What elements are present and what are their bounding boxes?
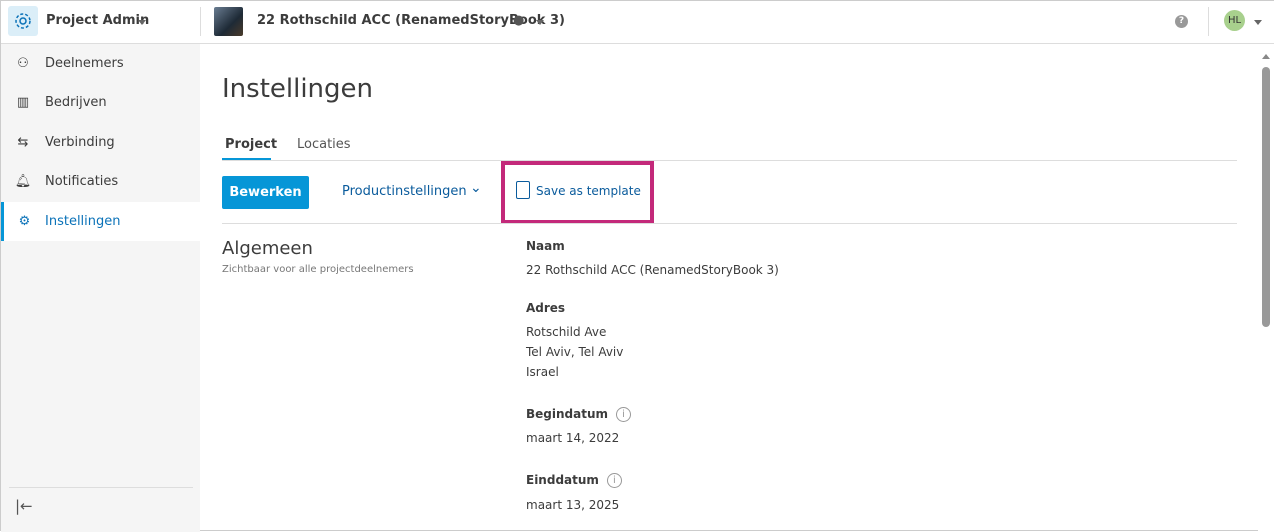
tab-project[interactable]: Project [225, 137, 277, 152]
sidebar-item-label: Deelnemers [45, 56, 124, 71]
address-line: Tel Aviv, Tel Aviv [526, 345, 624, 359]
end-date-label-row: Einddatum i [526, 473, 622, 488]
app-title[interactable]: Project Admin [46, 13, 149, 28]
chevron-down-icon[interactable]: ⌄ [470, 180, 482, 196]
bell-icon: 🔔︎ [14, 174, 32, 189]
address-line: Rotschild Ave [526, 325, 607, 339]
people-icon: ⚇ [17, 56, 29, 71]
main-content: Instellingen Project Locaties Bewerken P… [200, 44, 1258, 532]
chevron-down-icon[interactable] [536, 20, 544, 25]
building-icon: ▥ [16, 95, 30, 110]
address-label: Adres [526, 301, 566, 315]
file-add-icon [516, 181, 530, 199]
start-date-label-row: Begindatum i [526, 407, 632, 422]
gear-icon[interactable] [8, 6, 38, 36]
sidebar-item-label: Notificaties [45, 174, 119, 189]
sidebar-item-instellingen[interactable]: ⚙ Instellingen [1, 202, 200, 241]
chevron-down-icon[interactable] [138, 20, 146, 25]
chevron-down-icon[interactable] [1254, 20, 1262, 25]
sidebar-item-label: Bedrijven [45, 95, 107, 110]
project-thumbnail [214, 7, 243, 36]
end-date-label: Einddatum [526, 473, 599, 487]
start-date-label: Begindatum [526, 407, 609, 421]
end-date-value: maart 13, 2025 [526, 498, 620, 512]
info-icon[interactable]: i [606, 473, 622, 488]
top-bar: Project Admin 22 Rothschild ACC (Renamed… [1, 1, 1274, 44]
edit-button[interactable]: Bewerken [222, 176, 309, 209]
section-title: Algemeen [222, 238, 313, 259]
tab-locaties[interactable]: Locaties [297, 137, 351, 152]
page-title: Instellingen [222, 74, 374, 104]
sidebar-item-notificaties[interactable]: 🔔︎ Notificaties [1, 162, 200, 201]
sidebar-item-deelnemers[interactable]: ⚇ Deelnemers [1, 44, 200, 83]
collapse-sidebar-icon[interactable]: |← [15, 497, 33, 515]
product-settings-dropdown[interactable]: Productinstellingen [342, 184, 467, 199]
name-label: Naam [526, 239, 565, 253]
sidebar: ⚇ Deelnemers ▥ Bedrijven ⇆ Verbinding 🔔︎ Not… [1, 44, 200, 532]
arrows-icon: ⇆ [17, 135, 29, 150]
sidebar-item-label: Instellingen [45, 214, 121, 229]
info-icon[interactable]: i [616, 407, 632, 422]
start-date-value: maart 14, 2022 [526, 431, 620, 445]
address-line: Israel [526, 365, 559, 379]
sidebar-item-verbinding[interactable]: ⇆ Verbinding [1, 123, 200, 162]
help-icon[interactable]: ? [1175, 15, 1188, 28]
save-as-template-button[interactable]: Save as template [536, 184, 641, 198]
scrollbar-thumb[interactable] [1262, 67, 1270, 327]
name-value: 22 Rothschild ACC (RenamedStoryBook 3) [526, 263, 779, 277]
scrollbar[interactable] [1258, 44, 1274, 532]
avatar[interactable]: HL [1224, 10, 1245, 31]
sidebar-item-label: Verbinding [45, 135, 115, 150]
gear-icon: ⚙ [18, 214, 31, 229]
globe-icon: ● [513, 13, 525, 28]
scroll-up-icon[interactable] [1262, 54, 1270, 59]
sidebar-item-bedrijven[interactable]: ▥ Bedrijven [1, 83, 200, 122]
section-subtitle: Zichtbaar voor alle projectdeelnemers [222, 264, 414, 275]
